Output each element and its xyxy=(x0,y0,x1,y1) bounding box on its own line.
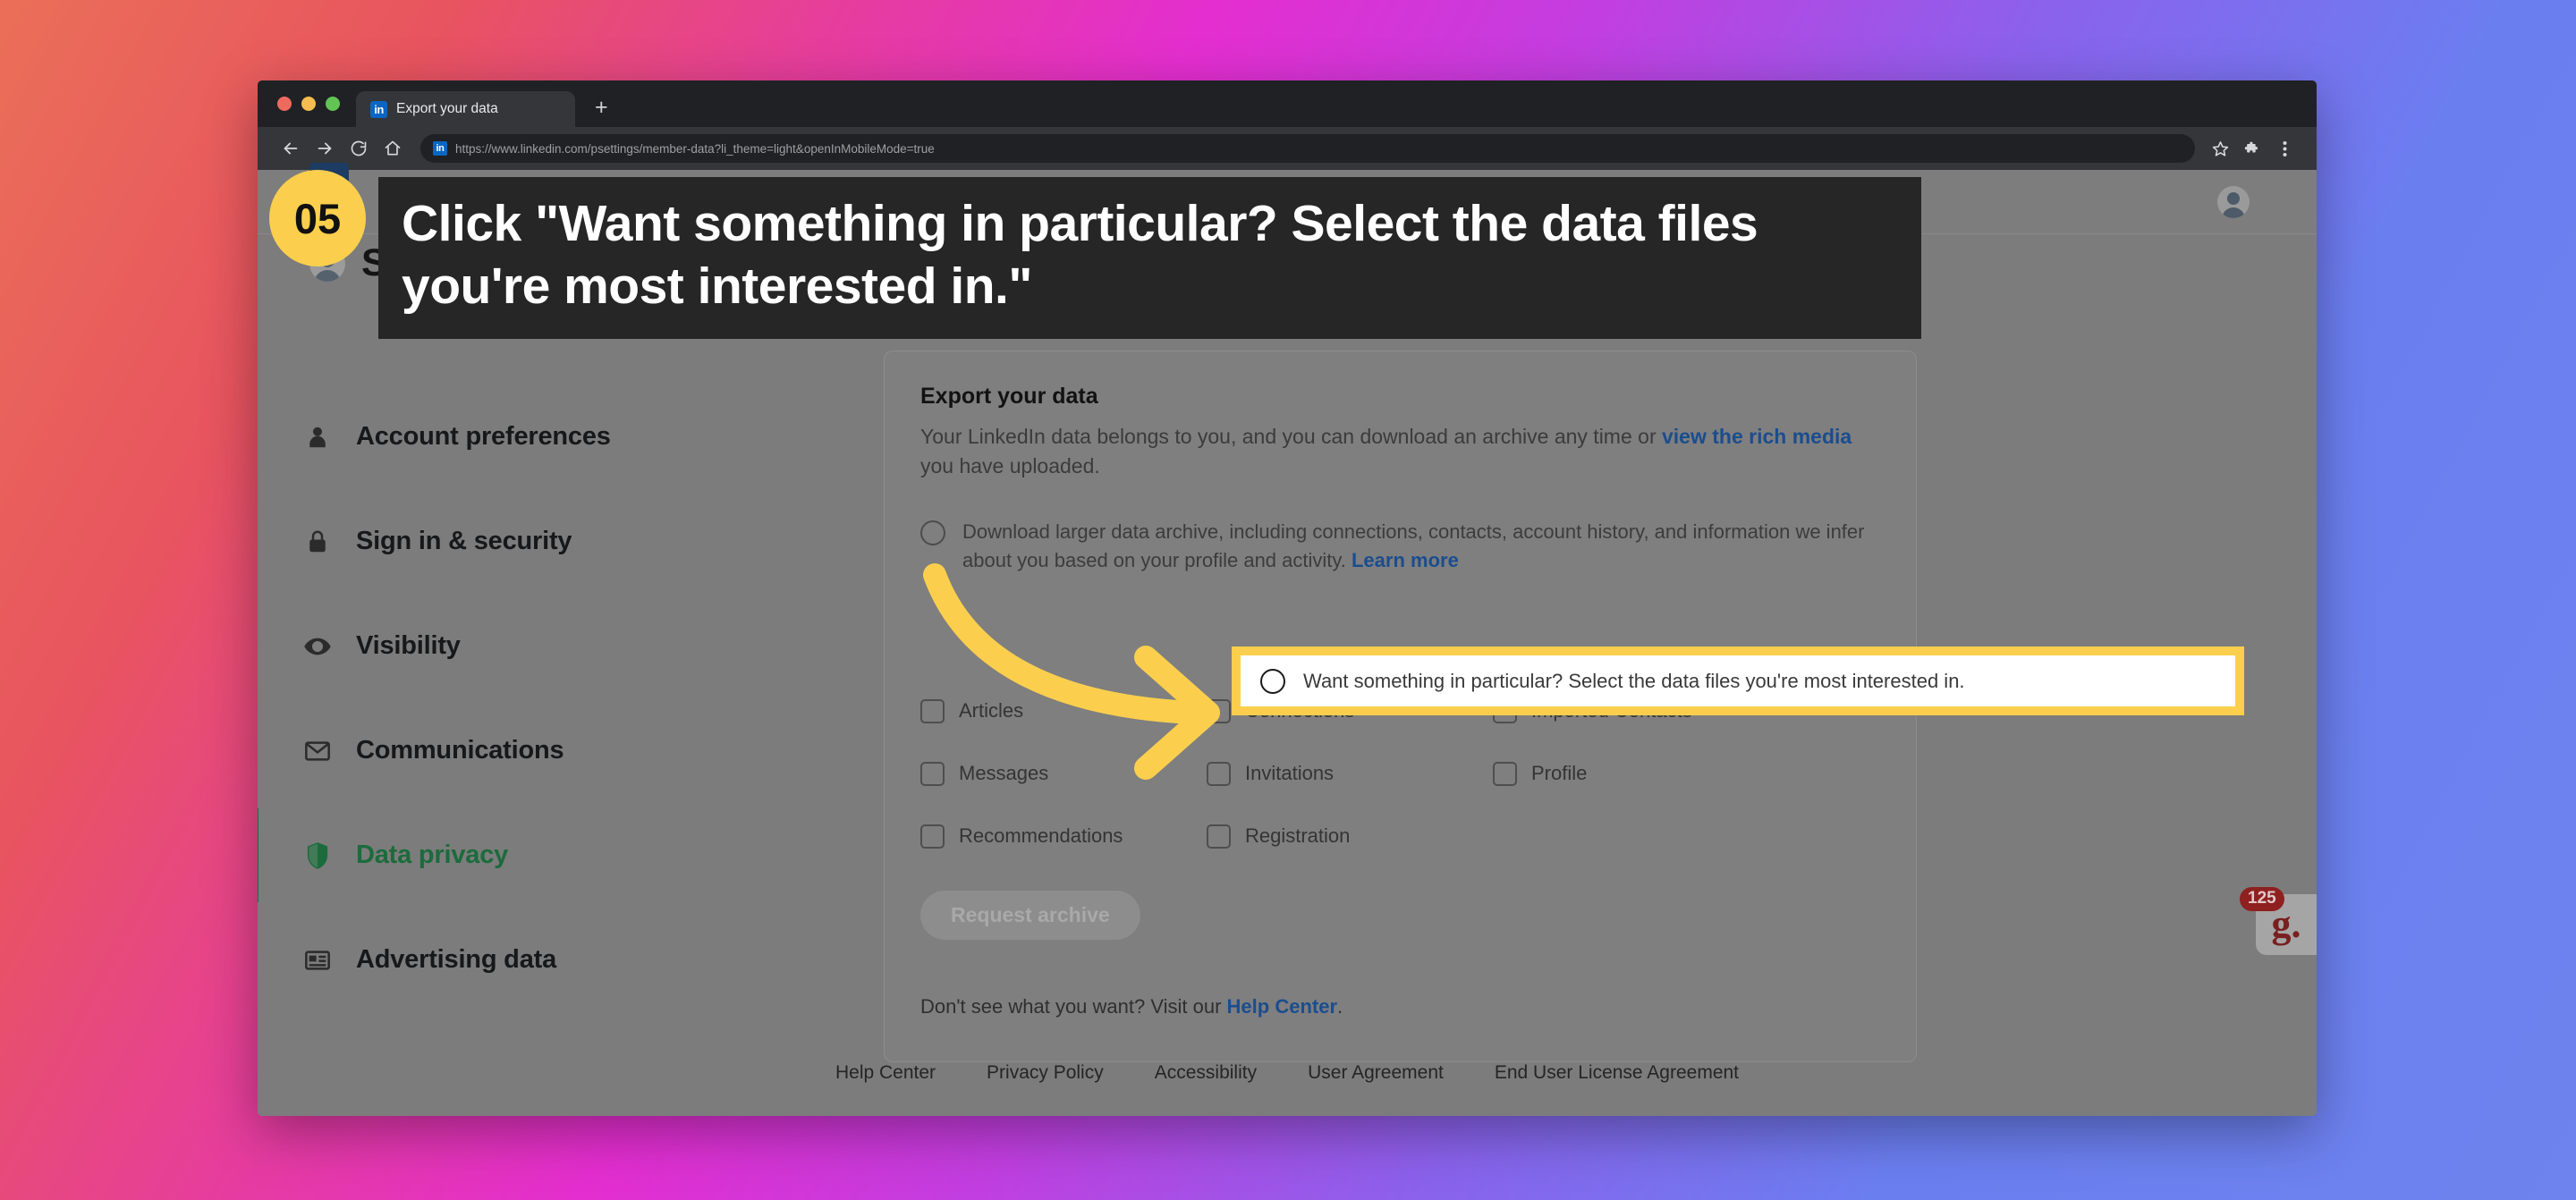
eye-icon xyxy=(302,631,333,662)
home-icon[interactable] xyxy=(376,131,410,165)
forward-icon[interactable] xyxy=(308,131,342,165)
checkbox-recommendations[interactable]: Recommendations xyxy=(920,805,1207,867)
checkbox-box[interactable] xyxy=(920,698,945,723)
instruction-callout: Click "Want something in particular? Sel… xyxy=(378,177,1921,340)
option-want-something-particular[interactable]: Want something in particular? Select the… xyxy=(1241,655,2235,706)
toolbar-right-actions xyxy=(2195,132,2301,165)
envelope-icon xyxy=(302,736,333,766)
checkbox-box[interactable] xyxy=(1207,698,1231,723)
page-footer: Help Center Privacy Policy Accessibility… xyxy=(258,1030,2317,1116)
card-description-text: Your LinkedIn data belongs to you, and y… xyxy=(920,425,1662,448)
dont-see-prefix: Don't see what you want? Visit our xyxy=(920,995,1227,1018)
option-larger-archive[interactable]: Download larger data archive, including … xyxy=(920,518,1880,575)
checkbox-profile[interactable]: Profile xyxy=(1493,742,1779,805)
browser-tab-title: Export your data xyxy=(396,101,498,116)
radio-want-something-particular[interactable] xyxy=(1260,668,1285,694)
card-icon xyxy=(302,945,333,976)
sidebar-item-label: Advertising data xyxy=(356,945,557,974)
sidebar-item-label: Account preferences xyxy=(356,422,611,451)
card-description-text-tail: you have uploaded. xyxy=(920,454,1100,478)
maximize-window-button[interactable] xyxy=(326,97,340,111)
option-want-something-particular-label: Want something in particular? Select the… xyxy=(1303,669,1965,692)
option-larger-archive-label: Download larger data archive, including … xyxy=(962,518,1880,575)
card-description: Your LinkedIn data belongs to you, and y… xyxy=(920,422,1868,482)
sidebar-item-label: Data privacy xyxy=(356,841,509,869)
notification-count-badge: 125 xyxy=(2240,887,2284,911)
checkbox-box[interactable] xyxy=(920,824,945,849)
sidebar-item-label: Communications xyxy=(356,736,564,765)
checkbox-label: Profile xyxy=(1531,762,1588,785)
help-center-link[interactable]: Help Center xyxy=(1227,995,1337,1018)
sidebar-item-sign-in-security[interactable]: Sign in & security xyxy=(258,489,884,594)
address-bar-url: https://www.linkedin.com/psettings/membe… xyxy=(455,141,935,156)
close-window-button[interactable] xyxy=(277,97,292,111)
window-traffic-lights xyxy=(275,80,349,127)
grammarly-widget-right[interactable]: g. 125 xyxy=(2240,887,2317,955)
browser-tabstrip: in Export your data + xyxy=(258,80,2317,127)
checkbox-box[interactable] xyxy=(920,761,945,786)
step-number-badge: 05 xyxy=(269,170,366,266)
minimize-window-button[interactable] xyxy=(301,97,316,111)
person-icon xyxy=(302,422,333,452)
sidebar-item-advertising-data[interactable]: Advertising data xyxy=(258,908,884,1012)
dont-see-suffix: . xyxy=(1337,995,1343,1018)
linkedin-icon: in xyxy=(433,141,447,156)
learn-more-link[interactable]: Learn more xyxy=(1352,549,1459,571)
instruction-callout-text: Click "Want something in particular? Sel… xyxy=(402,195,1758,315)
highlight-box-want-something-particular: Want something in particular? Select the… xyxy=(1232,646,2244,715)
footer-link-user-agreement[interactable]: User Agreement xyxy=(1308,1062,1444,1084)
linkedin-icon: in xyxy=(370,100,387,118)
shield-icon xyxy=(302,841,333,871)
checkbox-label: Invitations xyxy=(1245,762,1335,785)
checkbox-registration[interactable]: Registration xyxy=(1207,805,1493,867)
back-icon[interactable] xyxy=(274,131,308,165)
settings-sidebar: Account preferences Sign in & security V… xyxy=(258,241,884,1062)
checkbox-invitations[interactable]: Invitations xyxy=(1207,742,1493,805)
puzzle-icon[interactable] xyxy=(2236,132,2268,165)
footer-link-privacy-policy[interactable]: Privacy Policy xyxy=(987,1062,1104,1084)
checkbox-label: Articles xyxy=(959,699,1024,723)
card-title: Export your data xyxy=(920,384,1098,409)
checkbox-label: Recommendations xyxy=(959,824,1123,848)
star-icon[interactable] xyxy=(2204,132,2236,165)
radio-larger-archive[interactable] xyxy=(920,520,945,545)
address-bar[interactable]: in https://www.linkedin.com/psettings/me… xyxy=(420,134,2195,163)
sidebar-item-visibility[interactable]: Visibility xyxy=(258,594,884,698)
footer-link-help-center[interactable]: Help Center xyxy=(835,1062,936,1084)
checkbox-box[interactable] xyxy=(1207,761,1231,786)
checkbox-label: Messages xyxy=(959,762,1049,785)
sidebar-item-data-privacy[interactable]: Data privacy xyxy=(258,803,884,908)
sidebar-item-label: Visibility xyxy=(356,631,461,660)
request-archive-button[interactable]: Request archive xyxy=(920,891,1140,941)
checkbox-articles[interactable]: Articles xyxy=(920,680,1207,742)
reload-icon[interactable] xyxy=(342,131,376,165)
checkbox-label: Registration xyxy=(1245,824,1351,848)
kebab-menu-icon[interactable] xyxy=(2268,132,2301,165)
lock-icon xyxy=(302,527,333,557)
browser-tab[interactable]: in Export your data xyxy=(356,91,575,127)
avatar[interactable] xyxy=(2217,185,2250,218)
browser-toolbar: in https://www.linkedin.com/psettings/me… xyxy=(258,127,2317,170)
checkbox-grid-spacer xyxy=(1493,805,1779,867)
dont-see-text: Don't see what you want? Visit our Help … xyxy=(920,995,1880,1018)
checkbox-box[interactable] xyxy=(1207,824,1231,849)
checkbox-messages[interactable]: Messages xyxy=(920,742,1207,805)
view-rich-media-link[interactable]: view the rich media xyxy=(1662,425,1852,448)
sidebar-item-communications[interactable]: Communications xyxy=(258,698,884,803)
sidebar-item-label: Sign in & security xyxy=(356,527,572,555)
checkbox-box[interactable] xyxy=(1493,761,1517,786)
sidebar-item-account-preferences[interactable]: Account preferences xyxy=(258,385,884,489)
footer-link-accessibility[interactable]: Accessibility xyxy=(1155,1062,1257,1084)
footer-link-end-user-license-agreement[interactable]: End User License Agreement xyxy=(1495,1062,1739,1084)
new-tab-button[interactable]: + xyxy=(595,97,608,119)
grammarly-icon: g. xyxy=(2271,902,2301,946)
